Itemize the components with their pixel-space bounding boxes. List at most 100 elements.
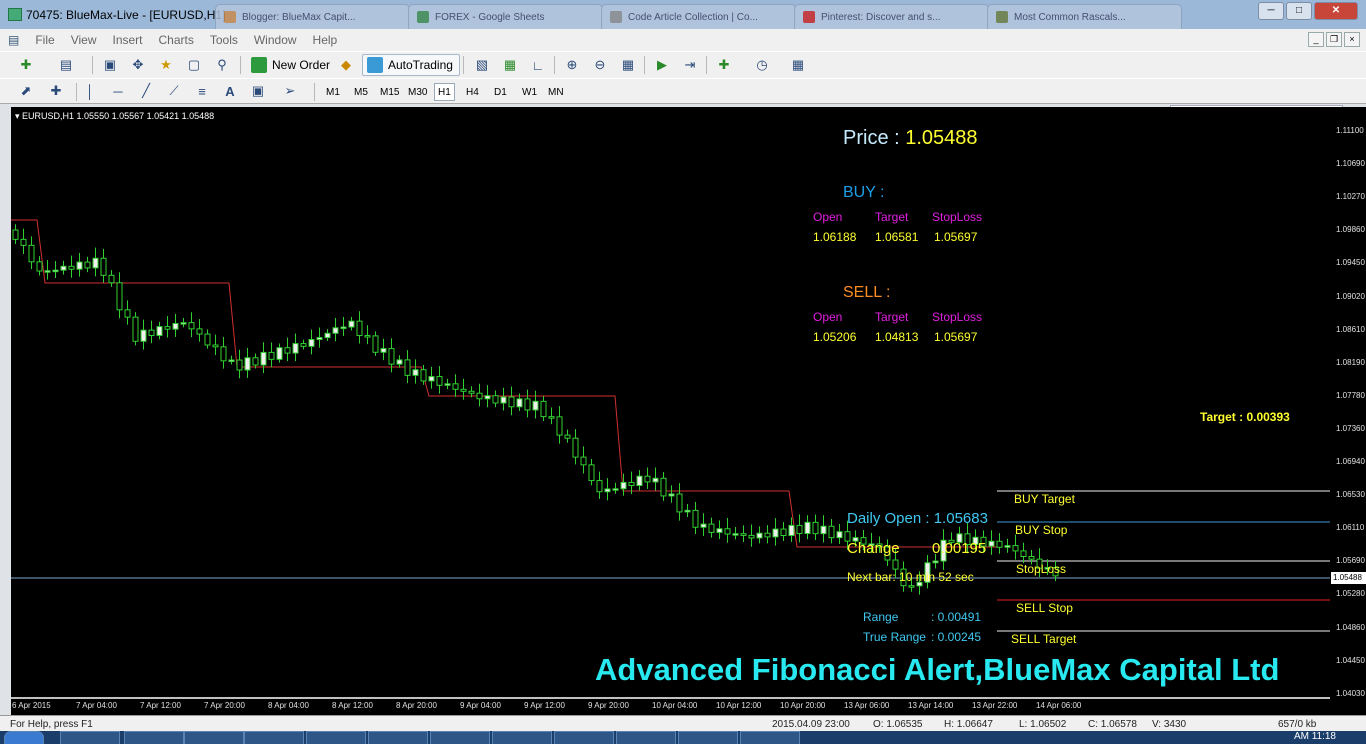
timeframe-d1[interactable]: D1 — [490, 83, 511, 101]
crosshair-icon[interactable]: ✚ — [46, 81, 66, 101]
navigator-icon[interactable]: ✥ — [128, 55, 148, 75]
periods-icon[interactable]: ◷ — [752, 55, 772, 75]
candle — [172, 313, 179, 337]
status-close: C: 1.06578 — [1088, 719, 1137, 730]
zoom-out-icon[interactable]: ⊖ — [590, 55, 610, 75]
bar-chart-icon[interactable]: ▧ — [472, 55, 492, 75]
browser-tab[interactable]: Most Common Rascals... — [987, 4, 1182, 29]
price-axis-label: 1.09450 — [1336, 258, 1365, 268]
menu-tools[interactable]: Tools — [202, 33, 246, 47]
menu-help[interactable]: Help — [305, 33, 346, 47]
market-watch-icon[interactable]: ▣ — [100, 55, 120, 75]
menu-view[interactable]: View — [63, 33, 105, 47]
fibonacci-icon[interactable]: ≡ — [192, 81, 212, 101]
candle — [316, 327, 323, 348]
text-icon[interactable]: A — [220, 81, 240, 101]
timeframe-h4[interactable]: H4 — [462, 83, 483, 101]
candle — [740, 525, 747, 543]
timeframe-m5[interactable]: M5 — [350, 83, 372, 101]
candle — [148, 320, 155, 344]
timeframe-w1[interactable]: W1 — [518, 83, 541, 101]
candle — [564, 429, 571, 443]
timeframe-m30[interactable]: M30 — [404, 83, 431, 101]
app-icon — [8, 8, 22, 21]
timeframe-h1[interactable]: H1 — [434, 83, 455, 101]
profiles-icon[interactable]: ▤ — [56, 55, 76, 75]
cursor-icon[interactable]: ⬈ — [16, 81, 36, 101]
taskbar-skype[interactable] — [616, 731, 676, 744]
price-axis[interactable]: 1.05488 1.11100 1.10690 1.10270 1.09860 1.09… — [1330, 107, 1366, 715]
sell-col-stoploss: StopLoss — [932, 310, 983, 324]
candle — [428, 366, 435, 389]
price-chart[interactable]: ▾ EURUSD,H1 1.05550 1.05567 1.05421 1.05… — [11, 107, 1330, 715]
taskbar-app[interactable] — [368, 731, 428, 744]
minimize-button[interactable]: ─ — [1258, 2, 1284, 20]
range-label: Range — [863, 610, 899, 624]
candle — [652, 467, 659, 491]
candle — [156, 321, 163, 340]
equidistant-channel-icon[interactable]: ⟋ — [164, 81, 184, 101]
text-label-icon[interactable]: ▣ — [248, 81, 268, 101]
indicators-icon[interactable]: ✚ — [714, 55, 734, 75]
tile-windows-icon[interactable]: ▦ — [618, 55, 638, 75]
browser-tab[interactable]: Pinterest: Discover and s... — [794, 4, 989, 29]
time-axis-label: 8 Apr 12:00 — [332, 701, 373, 710]
taskbar-app[interactable] — [554, 731, 614, 744]
favorites-icon[interactable]: ★ — [156, 55, 176, 75]
mdi-minimize-button[interactable]: _ — [1308, 32, 1324, 47]
taskbar-firefox[interactable] — [492, 731, 552, 744]
zoom-in-icon[interactable]: ⊕ — [562, 55, 582, 75]
tester-icon[interactable]: ⚲ — [212, 55, 232, 75]
taskbar-app[interactable] — [306, 731, 366, 744]
mdi-controls: _ ❐ × — [1308, 32, 1360, 47]
taskbar-app[interactable] — [244, 731, 304, 744]
true-range-value: : 0.00245 — [931, 630, 982, 644]
mdi-restore-button[interactable]: ❐ — [1326, 32, 1342, 47]
close-button[interactable]: ✕ — [1314, 2, 1358, 20]
auto-trading-button[interactable]: AutoTrading — [362, 54, 460, 76]
timeframe-m1[interactable]: M1 — [322, 83, 344, 101]
taskbar-explorer[interactable] — [60, 731, 120, 744]
browser-tab[interactable]: FOREX - Google Sheets — [408, 4, 603, 29]
mdi-doc-icon[interactable]: ▤ — [0, 33, 27, 47]
terminal-icon[interactable]: ▢ — [184, 55, 204, 75]
auto-scroll-icon[interactable]: ▶ — [652, 55, 672, 75]
vertical-line-icon[interactable]: │ — [80, 81, 100, 101]
taskbar-app[interactable] — [184, 731, 244, 744]
price-axis-label: 1.06940 — [1336, 457, 1365, 466]
taskbar-app[interactable] — [678, 731, 738, 744]
horizontal-line-icon[interactable]: ─ — [108, 81, 128, 101]
candle — [612, 482, 619, 494]
mdi-close-button[interactable]: × — [1344, 32, 1360, 47]
line-chart-icon[interactable]: ∟ — [528, 55, 548, 75]
menu-insert[interactable]: Insert — [104, 33, 150, 47]
candle — [332, 317, 339, 342]
taskbar-metatrader[interactable] — [740, 731, 800, 744]
new-chart-icon[interactable]: ✚ — [16, 55, 36, 75]
menu-file[interactable]: File — [27, 33, 62, 47]
menu-charts[interactable]: Charts — [151, 33, 202, 47]
taskbar-chrome[interactable] — [430, 731, 490, 744]
browser-tab[interactable]: Code Article Collection | Co... — [601, 4, 796, 29]
menu-window[interactable]: Window — [246, 33, 305, 47]
chart-shift-icon[interactable]: ⇥ — [680, 55, 700, 75]
taskbar-clock: AM 11:18 — [1293, 731, 1336, 742]
browser-tab[interactable]: Blogger: BlueMax Capit... — [215, 4, 410, 29]
candle — [812, 514, 819, 540]
templates-icon[interactable]: ▦ — [788, 55, 808, 75]
price-axis-label: 1.04030 — [1336, 688, 1365, 698]
status-low: L: 1.06502 — [1019, 719, 1067, 730]
new-order-button[interactable]: New Order — [246, 54, 337, 76]
time-axis-label: 7 Apr 04:00 — [76, 701, 117, 710]
start-button[interactable] — [4, 731, 44, 744]
maximize-button[interactable]: □ — [1286, 2, 1312, 20]
candlestick-icon[interactable]: ▦ — [500, 55, 520, 75]
trendline-icon[interactable]: ╱ — [136, 81, 156, 101]
timeframe-mn[interactable]: MN — [544, 83, 568, 101]
taskbar-ie[interactable] — [124, 731, 184, 744]
toolbar-separator — [76, 83, 77, 101]
arrows-icon[interactable]: ➢ — [280, 81, 300, 101]
timeframe-m15[interactable]: M15 — [376, 83, 403, 101]
price-axis-label: 1.04450 — [1336, 655, 1365, 665]
meta-editor-icon[interactable]: ◆ — [336, 55, 356, 75]
